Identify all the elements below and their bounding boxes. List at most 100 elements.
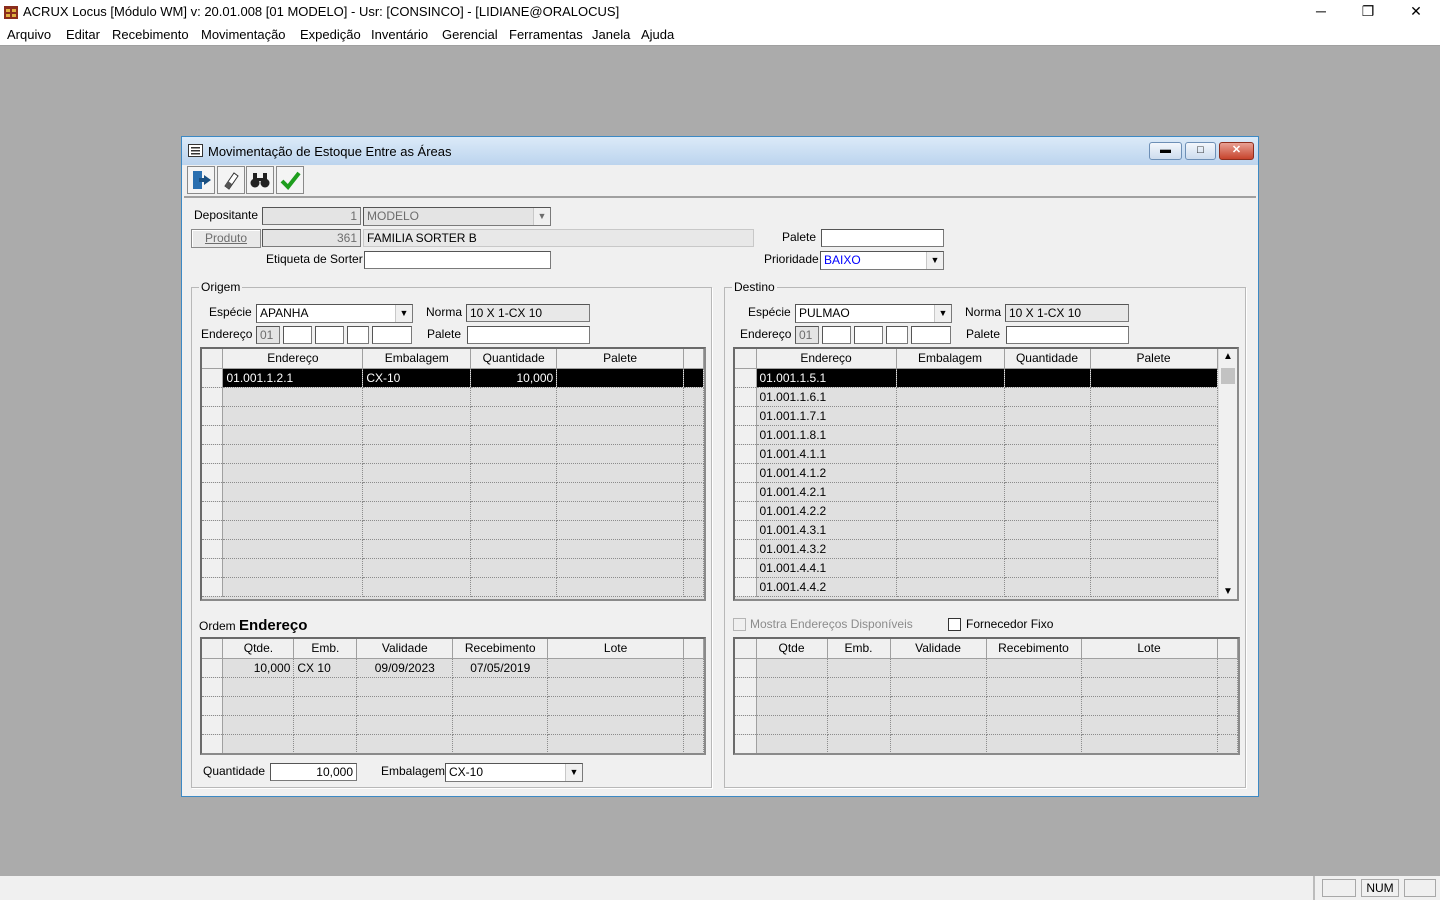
grid-cell[interactable] bbox=[1217, 734, 1238, 753]
grid-cell[interactable] bbox=[896, 368, 1005, 388]
grid-cell[interactable] bbox=[452, 734, 549, 753]
grid-cell[interactable] bbox=[1004, 577, 1091, 597]
grid-cell[interactable] bbox=[1090, 425, 1218, 445]
binoculars-icon[interactable] bbox=[246, 166, 274, 194]
grid-cell[interactable] bbox=[556, 501, 684, 521]
embalagem-combo[interactable]: CX-10 ▼ bbox=[445, 763, 583, 782]
grid-cell[interactable] bbox=[1217, 715, 1238, 735]
col-validade[interactable]: Validade bbox=[890, 639, 987, 659]
cell-lote[interactable] bbox=[547, 658, 684, 678]
grid-cell[interactable] bbox=[1004, 444, 1091, 464]
table-row[interactable] bbox=[202, 577, 704, 597]
grid-cell[interactable] bbox=[1090, 501, 1218, 521]
grid-cell[interactable] bbox=[896, 577, 1005, 597]
table-row[interactable] bbox=[202, 406, 704, 426]
grid-cell[interactable] bbox=[683, 558, 704, 578]
row-indicator[interactable] bbox=[202, 463, 224, 483]
row-indicator[interactable] bbox=[202, 387, 224, 407]
dialog-maximize-icon[interactable]: □ bbox=[1185, 142, 1216, 160]
origem-endereco-part2[interactable] bbox=[283, 326, 312, 344]
grid-cell[interactable] bbox=[470, 501, 558, 521]
quantidade-input[interactable]: 10,000 bbox=[270, 763, 357, 781]
table-row[interactable]: 01.001.4.2.2 bbox=[735, 501, 1218, 521]
table-row[interactable] bbox=[202, 558, 704, 578]
grid-cell[interactable] bbox=[827, 677, 891, 697]
grid-cell[interactable] bbox=[683, 696, 704, 716]
grid-cell[interactable] bbox=[1004, 482, 1091, 502]
grid-cell[interactable] bbox=[1090, 406, 1218, 426]
menu-ferramentas[interactable]: Ferramentas bbox=[509, 27, 583, 42]
grid-cell[interactable] bbox=[362, 482, 472, 502]
fornecedor-fixo-checkbox[interactable] bbox=[948, 618, 961, 631]
cell-endereco[interactable]: 01.001.1.6.1 bbox=[756, 387, 897, 407]
grid-cell[interactable] bbox=[547, 677, 684, 697]
row-indicator[interactable] bbox=[202, 734, 224, 753]
exit-door-icon[interactable] bbox=[187, 166, 215, 194]
grid-cell[interactable] bbox=[452, 696, 549, 716]
restore-icon[interactable]: ❐ bbox=[1345, 0, 1391, 24]
grid-cell[interactable] bbox=[222, 715, 295, 735]
table-row[interactable] bbox=[735, 734, 1238, 753]
cell-endereco[interactable]: 01.001.4.4.1 bbox=[756, 558, 897, 578]
table-row[interactable]: 01.001.1.2.1 CX-10 10,000 bbox=[202, 368, 704, 388]
grid-cell[interactable] bbox=[1081, 658, 1218, 678]
grid-cell[interactable] bbox=[1004, 368, 1091, 388]
grid-cell[interactable] bbox=[1217, 677, 1238, 697]
grid-cell[interactable] bbox=[683, 658, 704, 678]
grid-cell[interactable] bbox=[222, 558, 364, 578]
row-indicator[interactable] bbox=[735, 734, 757, 753]
grid-cell[interactable] bbox=[556, 577, 684, 597]
grid-cell[interactable] bbox=[222, 501, 364, 521]
produto-button[interactable]: Produto bbox=[191, 229, 261, 248]
row-indicator[interactable] bbox=[735, 482, 757, 502]
grid-cell[interactable] bbox=[362, 577, 472, 597]
grid-cell[interactable] bbox=[1090, 387, 1218, 407]
row-indicator[interactable] bbox=[735, 444, 757, 464]
grid-cell[interactable] bbox=[356, 677, 454, 697]
row-indicator[interactable] bbox=[735, 677, 757, 697]
grid-cell[interactable] bbox=[362, 558, 472, 578]
destino-endereco-part4[interactable] bbox=[886, 326, 908, 344]
chevron-down-icon[interactable]: ▼ bbox=[926, 252, 943, 269]
row-indicator[interactable] bbox=[202, 501, 224, 521]
grid-cell[interactable] bbox=[556, 444, 684, 464]
origem-address-grid[interactable]: Endereço Embalagem Quantidade Palete 01.… bbox=[200, 347, 706, 601]
grid-cell[interactable] bbox=[470, 444, 558, 464]
destino-especie-combo[interactable]: PULMAO ▼ bbox=[795, 304, 952, 323]
grid-cell[interactable] bbox=[896, 444, 1005, 464]
grid-cell[interactable] bbox=[222, 734, 295, 753]
table-row[interactable] bbox=[735, 696, 1238, 716]
grid-cell[interactable] bbox=[222, 387, 364, 407]
grid-cell[interactable] bbox=[986, 696, 1082, 716]
row-indicator[interactable] bbox=[735, 558, 757, 578]
grid-cell[interactable] bbox=[547, 715, 684, 735]
grid-cell[interactable] bbox=[1004, 520, 1091, 540]
destino-grid-scrollbar[interactable]: ▲ ▼ bbox=[1218, 349, 1237, 599]
origem-especie-combo[interactable]: APANHA ▼ bbox=[256, 304, 413, 323]
grid-cell[interactable] bbox=[896, 482, 1005, 502]
grid-cell[interactable] bbox=[293, 696, 358, 716]
grid-cell[interactable] bbox=[470, 558, 558, 578]
col-endereco[interactable]: Endereço bbox=[756, 349, 897, 369]
grid-cell[interactable] bbox=[896, 425, 1005, 445]
cell-emb[interactable]: CX 10 bbox=[293, 658, 358, 678]
table-row[interactable]: 01.001.1.6.1 bbox=[735, 387, 1218, 407]
grid-cell[interactable] bbox=[222, 406, 364, 426]
col-lote[interactable]: Lote bbox=[547, 639, 684, 659]
minimize-icon[interactable]: ─ bbox=[1298, 0, 1344, 24]
table-row[interactable] bbox=[202, 463, 704, 483]
table-row[interactable]: 01.001.4.1.1 bbox=[735, 444, 1218, 464]
grid-cell[interactable] bbox=[683, 406, 704, 426]
cell-embalagem[interactable]: CX-10 bbox=[362, 368, 472, 388]
cell-quantidade[interactable]: 10,000 bbox=[470, 368, 558, 388]
grid-cell[interactable] bbox=[890, 677, 987, 697]
grid-cell[interactable] bbox=[556, 520, 684, 540]
grid-cell[interactable] bbox=[683, 444, 704, 464]
grid-cell[interactable] bbox=[683, 501, 704, 521]
table-row[interactable] bbox=[735, 677, 1238, 697]
grid-cell[interactable] bbox=[470, 520, 558, 540]
grid-cell[interactable] bbox=[683, 577, 704, 597]
row-indicator[interactable] bbox=[202, 715, 224, 735]
destino-endereco-part2[interactable] bbox=[822, 326, 851, 344]
scroll-thumb[interactable] bbox=[1221, 368, 1235, 384]
